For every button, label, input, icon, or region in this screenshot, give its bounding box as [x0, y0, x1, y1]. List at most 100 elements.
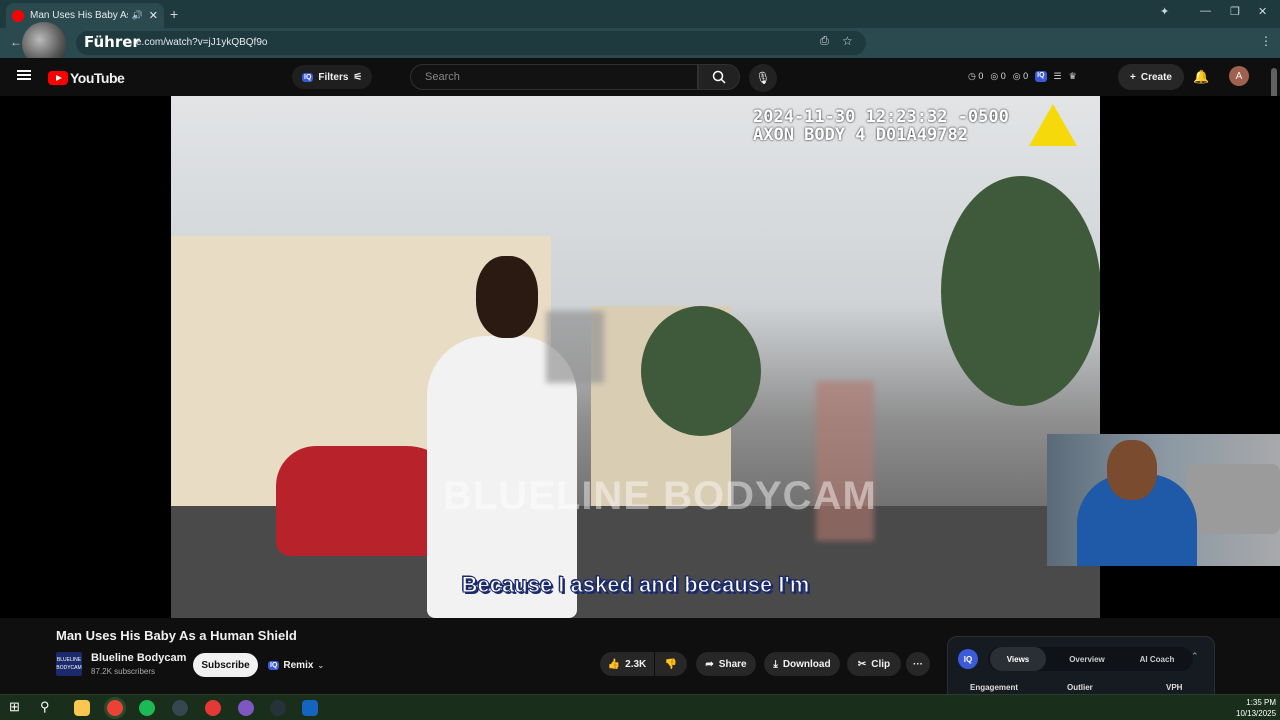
- timestamp-line2: AXON BODY 4 D01A49782: [753, 125, 968, 145]
- user-avatar[interactable]: A: [1229, 66, 1249, 86]
- filters-button[interactable]: IQ Filters ⚟: [292, 65, 373, 89]
- video-title: Man Uses His Baby As a Human Shield: [56, 628, 297, 643]
- youtube-logo-text: YouTube: [70, 70, 125, 86]
- tab-views[interactable]: Views: [990, 647, 1046, 671]
- list-icon[interactable]: ☰: [1054, 71, 1062, 82]
- webcam-couch: [1187, 464, 1280, 534]
- new-tab-button[interactable]: +: [170, 6, 178, 22]
- obs-icon[interactable]: [172, 700, 188, 716]
- channel-name[interactable]: Blueline Bodycam: [91, 652, 186, 664]
- maximize-button[interactable]: ❐: [1230, 5, 1240, 18]
- iq-icon: IQ: [302, 72, 314, 82]
- video-blurred-face: [546, 311, 604, 383]
- video-subtitle: Because I asked and because I'm: [461, 572, 810, 598]
- share-icon: ➦: [705, 658, 714, 670]
- remix-button[interactable]: IQ Remix ⌄: [268, 653, 324, 677]
- stat-eye-icon: ◎ 0: [990, 71, 1006, 81]
- webcam-head: [1107, 440, 1157, 500]
- spotify-icon[interactable]: [139, 700, 155, 716]
- video-player[interactable]: 2024-11-30 12:23:32 -0500 AXON BODY 4 D0…: [171, 96, 1100, 618]
- clip-label: Clip: [871, 658, 891, 670]
- iq-analytics-panel: IQ Views Overview AI Coach ⌃ Engagement …: [947, 636, 1215, 696]
- search-icon: [712, 70, 726, 84]
- microphone-icon: 🎙: [755, 71, 771, 85]
- windows-start-icon[interactable]: ⊞: [9, 699, 20, 715]
- search-button[interactable]: [698, 64, 740, 90]
- iq-tab-group: Views Overview AI Coach: [988, 647, 1193, 671]
- app-icon[interactable]: [270, 700, 286, 716]
- plus-icon: +: [1130, 71, 1136, 83]
- tab-overview[interactable]: Overview: [1056, 647, 1118, 671]
- tab-title: Man Uses His Baby As a Hu: [30, 10, 128, 21]
- chrome-icon[interactable]: [107, 700, 123, 716]
- browser-tab[interactable]: Man Uses His Baby As a Hu 🔊 ✕: [6, 3, 164, 28]
- download-icon: ⤓: [773, 658, 778, 670]
- column-vph: VPH: [1166, 683, 1183, 692]
- discord-icon[interactable]: [238, 700, 254, 716]
- download-label: Download: [782, 658, 831, 670]
- share-label: Share: [718, 658, 747, 670]
- browser-tab-bar: Man Uses His Baby As a Hu 🔊 ✕ + ✦ — ❐ ✕: [0, 0, 1280, 28]
- voice-search-button[interactable]: 🎙: [749, 64, 777, 92]
- like-count: 2.3K: [625, 658, 647, 670]
- scissors-icon: ✂: [857, 658, 867, 670]
- clock-time: 1:35 PM: [1246, 698, 1277, 707]
- download-button[interactable]: ⤓ Download: [764, 652, 840, 676]
- notifications-bell-icon[interactable]: 🔔: [1193, 69, 1209, 85]
- create-button[interactable]: + Create: [1118, 64, 1184, 90]
- taskbar-search-icon[interactable]: ⚲: [40, 699, 50, 715]
- tab-ai-coach[interactable]: AI Coach: [1124, 647, 1190, 671]
- youtube-favicon-icon: [12, 9, 24, 22]
- trophy-icon[interactable]: ♛: [1069, 71, 1077, 82]
- pokeball-app-icon[interactable]: [205, 700, 221, 716]
- collapse-chevron-icon[interactable]: ⌃: [1191, 651, 1199, 662]
- close-tab-icon[interactable]: ✕: [149, 9, 158, 22]
- column-engagement: Engagement: [970, 683, 1019, 692]
- share-button[interactable]: ➦ Share: [696, 652, 756, 676]
- file-explorer-icon[interactable]: [74, 700, 90, 716]
- video-watermark: BLUELINE BODYCAM: [443, 474, 877, 518]
- video-tree-right: [941, 176, 1100, 406]
- chevron-down-icon: ⌄: [317, 660, 325, 670]
- video-palm-tree: [641, 306, 761, 436]
- url-field[interactable]: e.com/watch?v=jJ1ykQBQf9o: [76, 31, 866, 55]
- thumbs-down-icon: 👎: [664, 658, 678, 670]
- create-label: Create: [1140, 71, 1172, 83]
- windows-taskbar: ⊞ ⚲ 1:35 PM 10/13/2025: [0, 694, 1280, 720]
- system-clock[interactable]: 1:35 PM 10/13/2025: [1236, 697, 1276, 719]
- extension-stats: ◷ 0 ◎ 0 ◎ 0 IQ ☰ ♛: [968, 71, 1077, 82]
- url-text: e.com/watch?v=jJ1ykQBQf9o: [136, 37, 268, 48]
- bookmark-star-icon[interactable]: ☆: [842, 34, 853, 48]
- stat-clock-icon: ◷ 0: [968, 71, 984, 81]
- iq-panel-logo: IQ: [958, 649, 978, 669]
- search-input[interactable]: Search: [410, 64, 698, 90]
- sliders-icon: ⚟: [353, 71, 363, 83]
- iq-header-icon[interactable]: IQ: [1035, 71, 1047, 82]
- bodycam-timestamp: 2024-11-30 12:23:32 -0500 AXON BODY 4 D0…: [753, 108, 1009, 144]
- dislike-button[interactable]: 👎: [655, 652, 687, 676]
- axon-logo-icon: [1029, 104, 1077, 146]
- video-man-head: [476, 256, 538, 338]
- youtube-logo[interactable]: YouTube: [48, 70, 125, 86]
- streamer-webcam: [1047, 434, 1280, 566]
- youtube-header: YouTube IQ Filters ⚟ Search 🎙 ◷ 0 ◎ 0 ◎ …: [0, 58, 1280, 96]
- subscriber-count: 87.2K subscribers: [91, 667, 156, 676]
- steam-icon[interactable]: [302, 700, 318, 716]
- kebab-menu-icon[interactable]: ⋮: [1260, 34, 1272, 48]
- speaker-icon[interactable]: 🔊: [132, 10, 143, 21]
- close-window-button[interactable]: ✕: [1258, 5, 1267, 18]
- like-button[interactable]: 👍 2.3K: [600, 652, 654, 676]
- video-letterbox-left: [0, 96, 171, 618]
- back-arrow-icon[interactable]: ←: [10, 35, 22, 49]
- address-bar: ← e.com/watch?v=jJ1ykQBQf9o ⎙ ☆ ⋮: [0, 28, 1280, 77]
- hamburger-menu-icon[interactable]: [17, 70, 31, 80]
- subscribe-button[interactable]: Subscribe: [193, 653, 258, 677]
- clip-button[interactable]: ✂ Clip: [847, 652, 901, 676]
- install-icon[interactable]: ⎙: [820, 35, 829, 48]
- stat-view-icon: ◎ 0: [1012, 71, 1029, 81]
- more-actions-button[interactable]: ···: [906, 652, 930, 676]
- more-icon: ···: [913, 658, 923, 670]
- channel-avatar[interactable]: BLUELINE BODYCAM: [56, 652, 82, 676]
- sparkle-icon[interactable]: ✦: [1160, 5, 1169, 18]
- minimize-button[interactable]: —: [1200, 5, 1211, 17]
